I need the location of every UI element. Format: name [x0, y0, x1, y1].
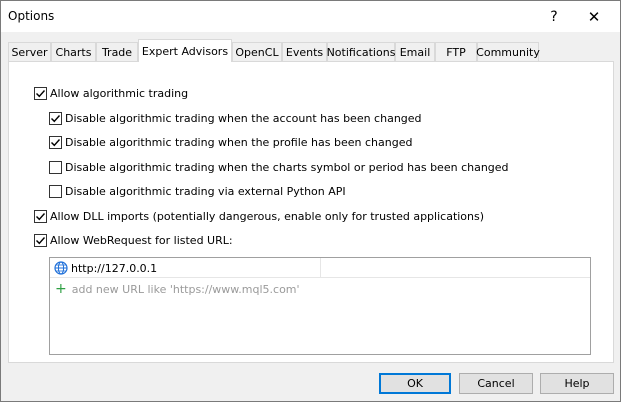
tab-events[interactable]: Events	[282, 42, 327, 61]
disable-on-symbol-change-option[interactable]: Disable algorithmic trading when the cha…	[49, 159, 509, 175]
tab-charts[interactable]: Charts	[51, 42, 96, 61]
help-icon[interactable]: ?	[534, 1, 574, 32]
add-url-placeholder: add new URL like 'https://www.mql5.com'	[71, 282, 300, 296]
disable-on-profile-change-option[interactable]: Disable algorithmic trading when the pro…	[49, 134, 412, 150]
url-list-row[interactable]: http://127.0.0.1	[50, 258, 590, 278]
tab-trade[interactable]: Trade	[96, 42, 138, 61]
disable-python-api-label: Disable algorithmic trading via external…	[65, 184, 346, 198]
expert-advisors-panel: Allow algorithmic trading Disable algori…	[8, 61, 614, 363]
disable-python-api-checkbox[interactable]	[49, 184, 62, 198]
allow-webrequest-label: Allow WebRequest for listed URL:	[50, 233, 233, 247]
url-cell[interactable]: http://127.0.0.1	[50, 258, 321, 278]
disable-on-account-change-label: Disable algorithmic trading when the acc…	[65, 111, 422, 125]
tab-expert-advisors[interactable]: Expert Advisors	[138, 39, 232, 62]
tab-strip: Server Charts Trade Expert Advisors Open…	[8, 39, 613, 62]
add-url-row[interactable]: + add new URL like 'https://www.mql5.com…	[50, 279, 590, 299]
tab-ftp[interactable]: FTP	[435, 42, 477, 61]
allow-algo-trading-option[interactable]: Allow algorithmic trading	[34, 85, 188, 101]
url-text: http://127.0.0.1	[71, 261, 158, 275]
allow-algo-trading-checkbox[interactable]	[34, 86, 47, 100]
disable-on-account-change-option[interactable]: Disable algorithmic trading when the acc…	[49, 110, 422, 126]
disable-on-account-change-checkbox[interactable]	[49, 111, 62, 125]
allow-webrequest-option[interactable]: Allow WebRequest for listed URL:	[34, 232, 233, 248]
allow-webrequest-checkbox[interactable]	[34, 233, 47, 247]
options-dialog: Options ? ✕ Server Charts Trade Expert A…	[0, 0, 621, 402]
tab-community[interactable]: Community	[476, 42, 540, 61]
disable-on-symbol-change-checkbox[interactable]	[49, 160, 62, 174]
tab-opencl[interactable]: OpenCL	[232, 42, 282, 61]
tab-email[interactable]: Email	[395, 42, 435, 61]
help-button[interactable]: Help	[540, 373, 614, 394]
plus-icon[interactable]: +	[55, 282, 67, 296]
disable-on-profile-change-label: Disable algorithmic trading when the pro…	[65, 135, 413, 149]
ok-button[interactable]: OK	[379, 373, 451, 394]
disable-python-api-option[interactable]: Disable algorithmic trading via external…	[49, 183, 346, 199]
url-list[interactable]: http://127.0.0.1 + add new URL like 'htt…	[49, 257, 591, 355]
allow-dll-imports-checkbox[interactable]	[34, 209, 47, 223]
close-icon[interactable]: ✕	[574, 1, 614, 32]
globe-icon	[54, 261, 68, 275]
allow-dll-imports-option[interactable]: Allow DLL imports (potentially dangerous…	[34, 208, 484, 224]
window-title: Options	[8, 9, 55, 23]
allow-algo-trading-label: Allow algorithmic trading	[50, 86, 189, 100]
allow-dll-imports-label: Allow DLL imports (potentially dangerous…	[50, 209, 485, 223]
tab-server[interactable]: Server	[8, 42, 51, 61]
disable-on-symbol-change-label: Disable algorithmic trading when the cha…	[65, 160, 509, 174]
tab-notifications[interactable]: Notifications	[327, 42, 395, 61]
cancel-button[interactable]: Cancel	[459, 373, 533, 394]
disable-on-profile-change-checkbox[interactable]	[49, 135, 62, 149]
title-bar: Options ? ✕	[1, 1, 620, 32]
